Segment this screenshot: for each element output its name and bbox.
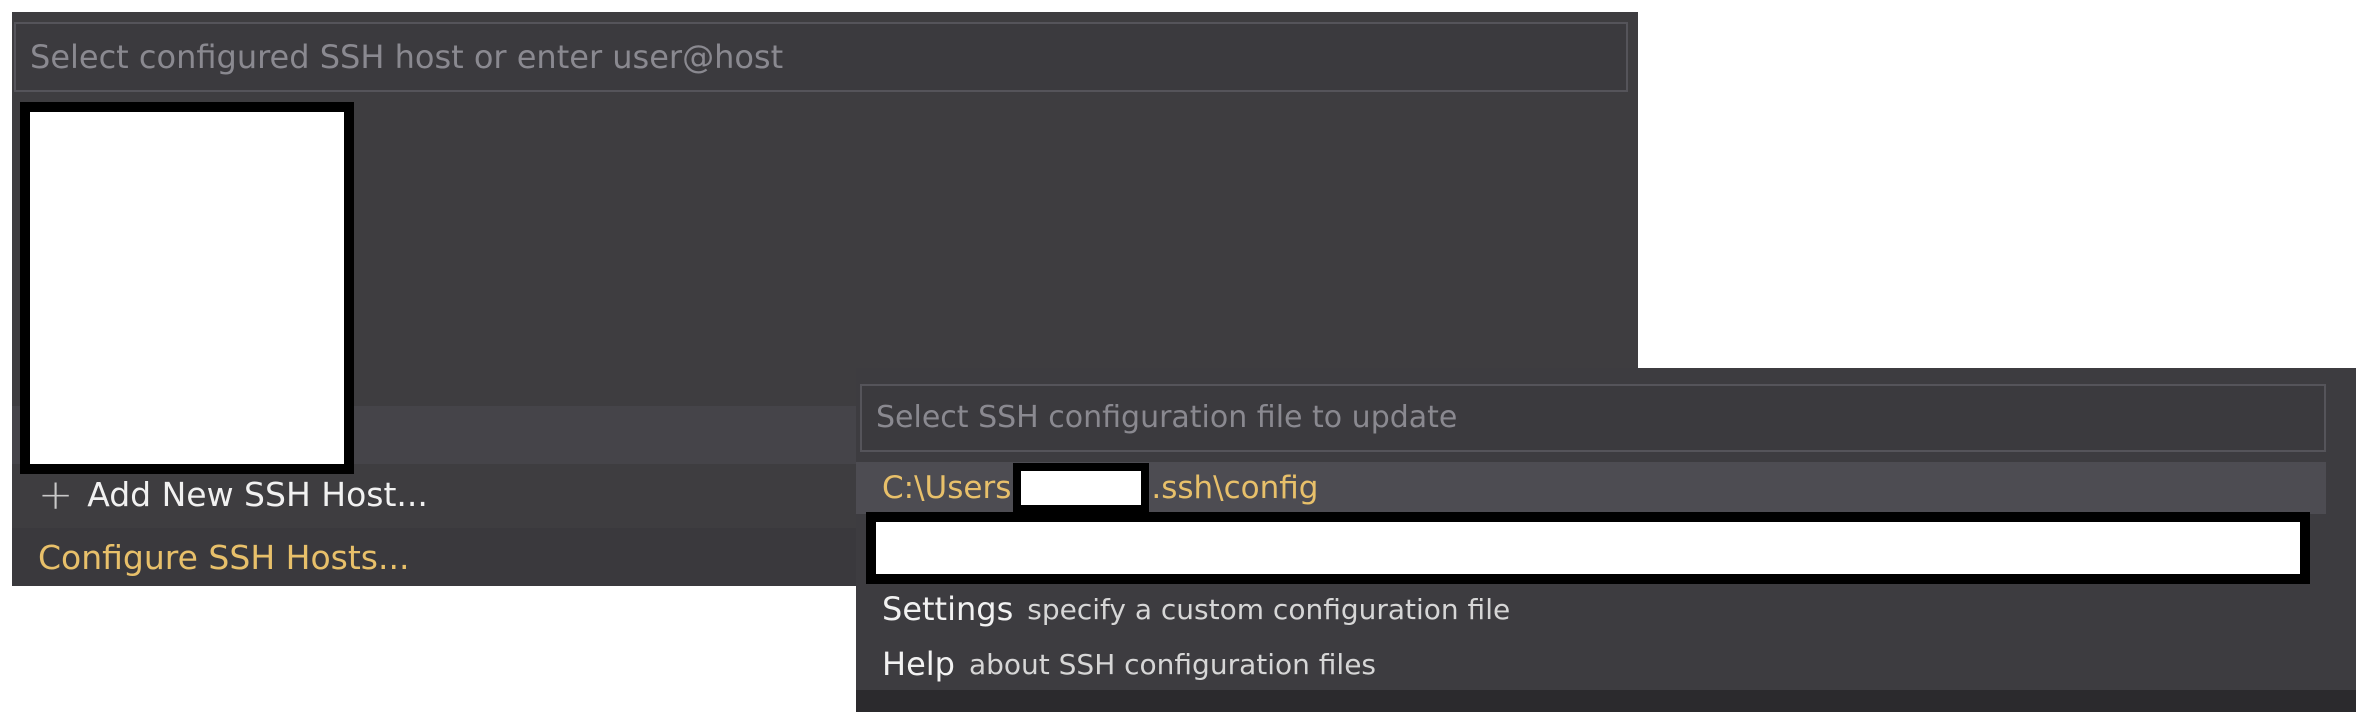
config-path-suffix: .ssh\config (1151, 470, 1319, 506)
help-item[interactable]: Help about SSH configuration files (856, 636, 2326, 692)
redacted-config-item (866, 512, 2310, 584)
config-file-item[interactable]: C:\Users .ssh\config (856, 462, 2326, 514)
add-new-ssh-host-label: Add New SSH Host... (87, 474, 428, 514)
settings-keyword: Settings (882, 590, 1014, 628)
ssh-host-search-input[interactable]: Select configured SSH host or enter user… (14, 22, 1628, 92)
redacted-host-list (20, 102, 354, 474)
help-keyword: Help (882, 645, 955, 683)
redacted-username (1013, 463, 1150, 513)
background-editor-strip (856, 690, 2356, 712)
ssh-config-search-input[interactable]: Select SSH configuration file to update (860, 384, 2326, 452)
ssh-config-file-quick-pick: Select SSH configuration file to update … (856, 368, 2356, 698)
settings-description: specify a custom configuration file (1027, 592, 1511, 626)
configure-ssh-hosts-label: Configure SSH Hosts... (38, 537, 410, 577)
config-path-prefix: C:\Users (882, 470, 1012, 506)
help-description: about SSH configuration files (968, 647, 1377, 681)
settings-item[interactable]: Settings specify a custom configuration … (856, 580, 2326, 638)
plus-icon: + (38, 469, 74, 519)
